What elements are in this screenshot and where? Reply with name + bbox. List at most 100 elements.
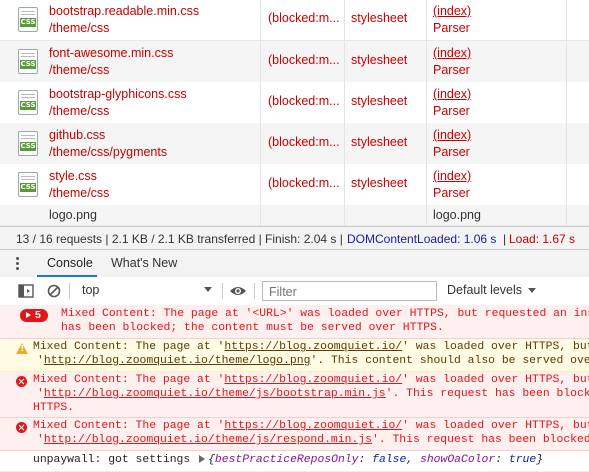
page-url-link[interactable]: https://blog.zoomquiet.io/: [224, 420, 402, 432]
console-messages: 5 Mixed Content: The page at '<URL>' was…: [0, 305, 589, 472]
more-vertical-icon[interactable]: [10, 256, 26, 270]
eye-icon[interactable]: [229, 285, 247, 297]
message-line: HTTPS.: [33, 402, 75, 414]
initiator-link[interactable]: (index): [433, 45, 471, 62]
toolbar-divider: [254, 283, 255, 299]
type-text: stylesheet: [351, 53, 408, 67]
resource-path: /theme/css: [49, 63, 110, 77]
console-error[interactable]: Mixed Content: The page at 'https://blog…: [0, 418, 589, 451]
clear-console-icon[interactable]: [47, 284, 61, 298]
type-text: stylesheet: [351, 135, 408, 149]
type-cell: stylesheet: [344, 41, 427, 82]
page-url-link[interactable]: https://blog.zoomquiet.io/: [224, 374, 402, 386]
chevron-down-icon: [528, 288, 537, 294]
css-file-icon: CSS: [18, 90, 38, 115]
status-cell: (blocked:m...: [260, 41, 345, 82]
type-cell: stylesheet: [344, 164, 427, 205]
type-text: stylesheet: [351, 176, 408, 190]
object-key: bestPracticeReposOnly: [214, 454, 359, 466]
resource-path: /theme/css: [49, 186, 110, 200]
tab-whats-new[interactable]: What's New: [111, 250, 177, 277]
message-text: ': [37, 355, 44, 367]
resource-name: logo.png: [49, 208, 97, 222]
console-warning[interactable]: ! Mixed Content: The page at 'https://bl…: [0, 339, 589, 372]
toolbar-divider: [222, 283, 223, 299]
initiator-cell: (index) Parser: [426, 82, 567, 123]
extra-cell: [566, 0, 589, 40]
initiator-link[interactable]: (index): [433, 86, 471, 103]
request-row[interactable]: CSS style.css/theme/css (blocked:m... st…: [0, 164, 589, 206]
initiator-link[interactable]: (index): [433, 168, 471, 185]
sidebar-toggle-icon[interactable]: [18, 284, 34, 298]
status-text: (blocked:m...: [268, 94, 340, 108]
status-text: (blocked:m...: [268, 135, 340, 149]
network-summary-bar: 13 / 16 requests | 2.1 KB / 2.1 KB trans…: [0, 226, 589, 250]
css-file-icon: CSS: [18, 172, 38, 197]
console-group-error[interactable]: 5 Mixed Content: The page at '<URL>' was…: [0, 305, 589, 339]
object-value: false: [372, 454, 407, 466]
name-cell: CSS font-awesome.min.css/theme/css: [8, 41, 260, 82]
css-file-icon: CSS: [18, 131, 38, 156]
status-cell: [260, 205, 345, 225]
message-text: '. This request has been blocked;: [385, 388, 589, 400]
load-time: Load: 1.67 s: [509, 232, 576, 246]
resource-url-link[interactable]: http://blog.zoomquiet.io/theme/js/respon…: [44, 434, 372, 446]
status-cell: (blocked:m...: [260, 123, 345, 164]
initiator-link[interactable]: (index): [433, 127, 471, 144]
console-error[interactable]: Mixed Content: The page at 'https://blog…: [0, 372, 589, 418]
context-selector[interactable]: top: [76, 281, 216, 300]
resource-url-link[interactable]: http://blog.zoomquiet.io/theme/js/bootst…: [44, 388, 386, 400]
object-value: true: [508, 454, 537, 466]
extra-cell: [566, 164, 589, 205]
filter-field[interactable]: [262, 281, 437, 301]
file-type-label: CSS: [20, 60, 36, 69]
object-key: showOaColor: [419, 454, 496, 466]
file-type-label: CSS: [20, 183, 36, 192]
file-type-label: CSS: [20, 142, 36, 151]
error-icon: [16, 422, 27, 433]
resource-name: font-awesome.min.css: [49, 46, 174, 60]
request-row[interactable]: CSS github.css/theme/css/pygments (block…: [0, 123, 589, 165]
resource-name: style.css: [49, 169, 97, 183]
chevron-down-icon: [204, 287, 212, 292]
object-close: }: [536, 454, 544, 466]
status-cell: (blocked:m...: [260, 82, 345, 123]
tab-console[interactable]: Console: [37, 250, 97, 277]
object-colon: :: [495, 454, 509, 466]
toolbar-divider: [69, 283, 70, 299]
css-file-icon: CSS: [18, 49, 38, 74]
message-text: ': [37, 388, 44, 400]
request-row[interactable]: CSS bootstrap.readable.min.css/theme/css…: [0, 0, 589, 41]
request-row[interactable]: logo.png logo.png: [0, 205, 589, 226]
name-cell: CSS bootstrap.readable.min.css/theme/css: [8, 0, 260, 40]
initiator-cell: logo.png: [426, 205, 567, 225]
message-line: Mixed Content: The page at '<URL>' was l…: [61, 308, 589, 320]
message-text: ' was loaded over HTTPS, but r: [402, 341, 589, 353]
resource-url-link[interactable]: http://blog.zoomquiet.io/theme/logo.png: [44, 355, 311, 367]
request-row[interactable]: CSS bootstrap-glyphicons.css/theme/css (…: [0, 82, 589, 124]
resource-path: /theme/css: [49, 104, 110, 118]
object-open: {: [208, 454, 215, 466]
resource-name: bootstrap.readable.min.css: [49, 4, 200, 18]
initiator-link[interactable]: (index): [433, 3, 471, 20]
resource-name: github.css: [49, 128, 106, 142]
resource-name: bootstrap-glyphicons.css: [49, 87, 187, 101]
file-type-label: CSS: [20, 101, 36, 110]
expand-triangle-icon[interactable]: [199, 454, 206, 463]
extra-cell: [566, 123, 589, 164]
message-text: '. This request has been blocked; t: [371, 434, 589, 446]
log-levels-dropdown[interactable]: Default levels: [447, 283, 537, 297]
error-count-badge[interactable]: 5: [20, 309, 48, 322]
status-text: (blocked:m...: [268, 11, 340, 25]
expand-triangle-icon: [26, 312, 31, 318]
type-cell: stylesheet: [344, 123, 427, 164]
css-file-icon: CSS: [18, 7, 38, 32]
type-text: stylesheet: [351, 94, 408, 108]
request-summary: 13 / 16 requests | 2.1 KB / 2.1 KB trans…: [16, 232, 343, 246]
filter-input[interactable]: [267, 283, 431, 301]
initiator-type: Parser: [433, 104, 470, 118]
status-text: (blocked:m...: [268, 176, 340, 190]
request-row[interactable]: CSS font-awesome.min.css/theme/css (bloc…: [0, 41, 589, 83]
page-url-link[interactable]: https://blog.zoomquiet.io/: [224, 341, 402, 353]
console-log[interactable]: unpaywall: got settings {bestPracticeRep…: [0, 451, 589, 472]
